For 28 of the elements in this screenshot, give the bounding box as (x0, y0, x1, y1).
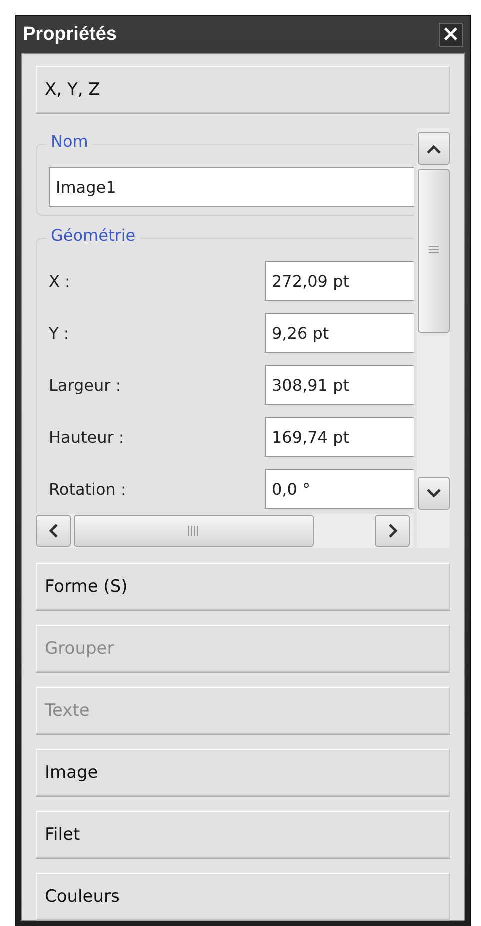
field-label: Largeur : (49, 376, 122, 394)
scroll-thumb[interactable] (74, 515, 314, 547)
field-label: X : (49, 272, 70, 290)
scroll-right-button[interactable] (375, 515, 410, 547)
vertical-scrollbar[interactable] (417, 128, 450, 548)
section-header[interactable]: Image (36, 749, 450, 796)
input-field[interactable]: Image1 (49, 167, 414, 207)
section-header[interactable]: X, Y, Z (36, 66, 450, 113)
field-label: Y : (49, 324, 70, 342)
close-button[interactable]: × (439, 22, 463, 46)
input-field[interactable]: 0,0 ° (265, 469, 414, 509)
section-header[interactable]: Couleurs (36, 873, 450, 920)
scroll-thumb[interactable] (418, 169, 450, 333)
field-label: Rotation : (49, 480, 126, 498)
field-label: Hauteur : (49, 428, 124, 446)
grip-icon (188, 526, 200, 536)
scroll-left-button[interactable] (36, 515, 71, 547)
window-title: Propriétés (23, 24, 117, 46)
input-field[interactable]: 9,26 pt (265, 313, 414, 353)
scroll-up-button[interactable] (418, 132, 450, 165)
input-field[interactable]: 169,74 pt (265, 417, 414, 457)
input-field[interactable]: 272,09 pt (265, 261, 414, 301)
section-header[interactable]: Filet (36, 811, 450, 858)
scroll-down-button[interactable] (418, 477, 450, 510)
grip-icon (428, 246, 438, 256)
section-header[interactable]: Forme (S) (36, 563, 450, 610)
input-field[interactable]: 308,91 pt (265, 365, 414, 405)
horizontal-scrollbar[interactable] (36, 514, 414, 548)
